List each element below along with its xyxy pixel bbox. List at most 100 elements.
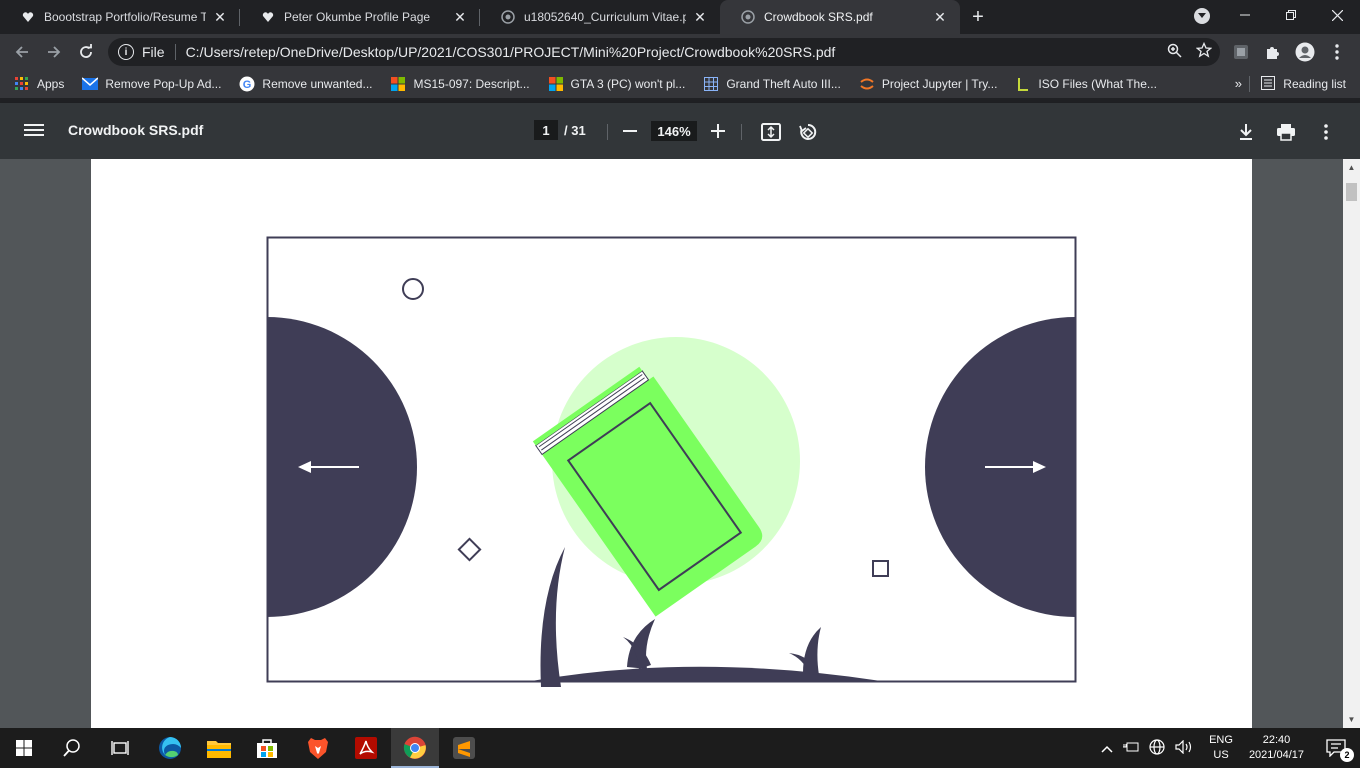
bookmark-label: Apps <box>37 77 65 91</box>
extension-square-icon[interactable] <box>1230 41 1252 63</box>
file-explorer-icon[interactable] <box>195 728 243 768</box>
reading-list-button[interactable]: Reading list <box>1249 70 1346 98</box>
info-icon[interactable]: i <box>118 44 134 60</box>
zoom-in-icon[interactable] <box>707 120 729 142</box>
battery-plug-icon[interactable] <box>1123 741 1139 756</box>
reload-icon[interactable] <box>70 36 102 68</box>
language-indicator[interactable]: ENG US <box>1209 733 1233 763</box>
minimize-icon[interactable] <box>1222 0 1268 30</box>
restore-icon[interactable] <box>1268 0 1314 30</box>
tab-cv[interactable]: u18052640_Curriculum Vitae.pdf ✕ <box>480 0 720 34</box>
bookmark-ms15[interactable]: MS15-097: Descript... <box>390 76 530 92</box>
bookmark-label: MS15-097: Descript... <box>413 77 530 91</box>
chevron-up-icon[interactable] <box>1101 741 1113 756</box>
apps-grid-icon <box>14 76 30 92</box>
star-icon[interactable] <box>1195 41 1213 62</box>
tab-crowdbook[interactable]: Crowdbook SRS.pdf ✕ <box>720 0 960 34</box>
bookmarks-bar: Apps Remove Pop-Up Ad... G Remove unwant… <box>0 70 1360 98</box>
zoom-icon[interactable] <box>1167 43 1182 62</box>
network-globe-icon[interactable] <box>1149 738 1165 758</box>
globe-icon <box>740 9 756 25</box>
heart-icon <box>260 9 276 25</box>
tab-search-icon[interactable] <box>1194 8 1210 24</box>
menu-icon[interactable] <box>24 121 44 141</box>
windows-taskbar: ENG US 22:40 2021/04/17 2 <box>0 728 1360 768</box>
sublime-text-icon[interactable] <box>440 728 488 768</box>
clock[interactable]: 22:40 2021/04/17 <box>1249 733 1304 763</box>
cover-illustration <box>266 236 1077 687</box>
back-arrow-icon[interactable] <box>6 36 38 68</box>
notification-icon[interactable]: 2 <box>1326 736 1354 762</box>
brave-icon[interactable] <box>294 728 342 768</box>
jupyter-icon <box>859 76 875 92</box>
grass-blade <box>540 547 565 687</box>
zoom-level-input[interactable]: 146% <box>651 121 697 141</box>
bookmark-gta-iii[interactable]: Grand Theft Auto III... <box>703 76 841 92</box>
close-icon[interactable]: ✕ <box>692 9 708 25</box>
system-tray: ENG US 22:40 2021/04/17 2 <box>1101 728 1360 768</box>
more-vert-icon[interactable] <box>1315 121 1337 143</box>
scrollbar-thumb[interactable] <box>1346 183 1357 201</box>
chrome-icon[interactable] <box>391 728 439 768</box>
pdf-toolbar: Crowdbook SRS.pdf 1 / 31 146% <box>0 103 1360 159</box>
tab-strip: Boootstrap Portfolio/Resume Theme ✕ Pete… <box>0 0 1360 34</box>
scroll-up-arrow-icon[interactable]: ▲ <box>1343 159 1360 176</box>
avatar[interactable] <box>1294 41 1316 63</box>
bookmark-iso-files[interactable]: ISO Files (What The... <box>1015 76 1157 92</box>
bookmark-remove-unwanted[interactable]: G Remove unwanted... <box>239 76 372 92</box>
bookmarks-overflow-button[interactable]: » <box>1235 76 1242 91</box>
close-icon[interactable]: ✕ <box>212 9 228 25</box>
vertical-scrollbar[interactable]: ▲ ▼ <box>1343 159 1360 728</box>
windows-start-icon[interactable] <box>0 728 48 768</box>
puzzle-icon[interactable] <box>1262 41 1284 63</box>
close-icon[interactable]: ✕ <box>452 9 468 25</box>
zoom-out-icon[interactable] <box>619 120 641 142</box>
print-icon[interactable] <box>1275 121 1297 143</box>
circle-outline-shape <box>402 278 424 300</box>
address-bar[interactable]: i File C:/Users/retep/OneDrive/Desktop/U… <box>108 38 1220 66</box>
microsoft-icon <box>390 76 406 92</box>
tab-title: Boootstrap Portfolio/Resume Theme <box>44 10 206 24</box>
language-code: ENG <box>1209 734 1233 746</box>
bookmark-label: Remove Pop-Up Ad... <box>105 77 222 91</box>
bookmark-remove-popup[interactable]: Remove Pop-Up Ad... <box>82 76 221 92</box>
reading-list-icon <box>1261 75 1276 93</box>
url-scheme: File <box>142 44 165 60</box>
google-icon: G <box>239 76 255 92</box>
close-icon[interactable]: ✕ <box>932 9 948 25</box>
keyboard-region: US <box>1213 749 1229 761</box>
page-total: / 31 <box>564 122 586 138</box>
notification-badge: 2 <box>1340 748 1354 762</box>
task-view-icon[interactable] <box>96 728 144 768</box>
volume-icon[interactable] <box>1175 739 1193 757</box>
acrobat-icon[interactable] <box>342 728 390 768</box>
bookmark-jupyter[interactable]: Project Jupyter | Try... <box>859 76 998 92</box>
tab-title: u18052640_Curriculum Vitae.pdf <box>524 10 686 24</box>
bookmark-label: GTA 3 (PC) won't pl... <box>570 77 686 91</box>
lifewire-icon <box>1015 76 1031 92</box>
download-icon[interactable] <box>1235 121 1257 143</box>
rotate-icon[interactable] <box>797 121 819 143</box>
bookmark-gta3[interactable]: GTA 3 (PC) won't pl... <box>548 76 686 92</box>
search-icon[interactable] <box>48 728 96 768</box>
fit-page-icon[interactable] <box>760 121 782 143</box>
pdf-viewer[interactable] <box>0 159 1360 728</box>
more-vert-icon[interactable] <box>1326 41 1348 63</box>
url-text[interactable]: C:/Users/retep/OneDrive/Desktop/UP/2021/… <box>186 44 836 60</box>
store-icon[interactable] <box>243 728 291 768</box>
bookmark-apps[interactable]: Apps <box>14 76 64 92</box>
close-window-icon[interactable] <box>1314 0 1360 30</box>
edge-icon[interactable] <box>146 728 194 768</box>
bookmark-label: Project Jupyter | Try... <box>881 77 998 91</box>
forward-arrow-icon[interactable] <box>38 36 70 68</box>
svg-text:G: G <box>243 79 252 91</box>
globe-icon <box>500 9 516 25</box>
new-tab-button[interactable]: + <box>964 0 992 34</box>
tab-title: Crowdbook SRS.pdf <box>764 10 873 24</box>
pdf-title: Crowdbook SRS.pdf <box>68 122 204 138</box>
pdf-page <box>91 159 1252 728</box>
tab-portfolio[interactable]: Boootstrap Portfolio/Resume Theme ✕ <box>0 0 240 34</box>
scroll-down-arrow-icon[interactable]: ▼ <box>1343 711 1360 728</box>
page-number-input[interactable]: 1 <box>534 120 558 140</box>
tab-profile[interactable]: Peter Okumbe Profile Page ✕ <box>240 0 480 34</box>
